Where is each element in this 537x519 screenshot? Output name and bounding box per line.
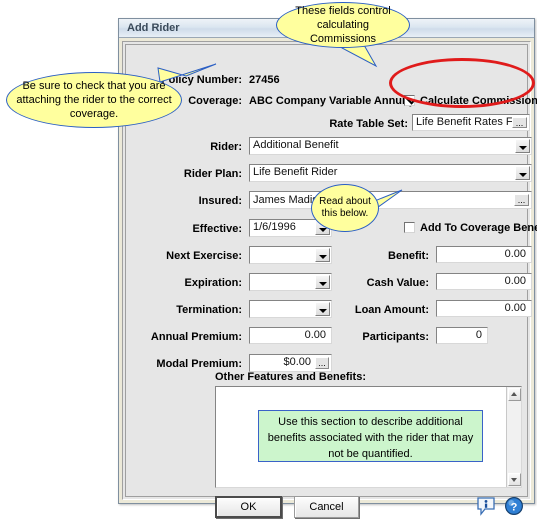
next-exercise-label: Next Exercise:: [166, 250, 242, 262]
chevron-down-icon[interactable]: [315, 275, 330, 289]
participants-field[interactable]: 0: [436, 327, 488, 344]
calculate-commissions-label: Calculate Commissions: [420, 95, 537, 107]
scroll-up-icon[interactable]: [508, 388, 521, 401]
modal-premium-label: Modal Premium:: [156, 358, 242, 370]
modal-premium-field[interactable]: $0.00 ...: [249, 354, 332, 372]
rate-table-set-label: Rate Table Set:: [329, 118, 408, 130]
modal-premium-value: $0.00: [283, 356, 311, 368]
insured-browse-button[interactable]: ...: [514, 194, 529, 206]
loan-amount-label: Loan Amount:: [354, 304, 429, 316]
info-icon[interactable]: [476, 496, 496, 516]
annual-premium-label: Annual Premium:: [150, 331, 242, 343]
other-features-label: Other Features and Benefits:: [215, 371, 366, 383]
rider-plan-value: Life Benefit Rider: [253, 166, 338, 178]
ok-button[interactable]: OK: [215, 496, 282, 518]
rate-table-set-value: Life Benefit Rates For: [416, 116, 523, 128]
chevron-down-icon[interactable]: [315, 248, 330, 262]
rate-table-set-field[interactable]: Life Benefit Rates For ...: [412, 114, 530, 131]
textarea-scrollbar[interactable]: [506, 387, 521, 487]
coverage-value: ABC Company Variable Annuity: [249, 95, 415, 107]
expiration-combobox[interactable]: [249, 273, 332, 291]
next-exercise-combobox[interactable]: [249, 246, 332, 264]
add-to-coverage-benefit-checkbox[interactable]: [404, 222, 415, 233]
chevron-down-icon[interactable]: [515, 139, 530, 153]
commissions-annotation: These fields control calculating Commiss…: [276, 2, 410, 48]
effective-value: 1/6/1996: [253, 221, 296, 233]
rider-combobox[interactable]: Additional Benefit: [249, 137, 532, 155]
rate-table-set-browse-button[interactable]: ...: [512, 117, 527, 128]
cash-value-field[interactable]: 0.00: [436, 273, 532, 290]
loan-amount-field[interactable]: 0.00: [436, 300, 532, 317]
rider-plan-combobox[interactable]: Life Benefit Rider: [249, 164, 532, 182]
add-to-coverage-benefit-label: Add To Coverage Benefit: [420, 222, 537, 234]
rider-value: Additional Benefit: [253, 139, 339, 151]
coverage-annotation: Be sure to check that you are attaching …: [6, 72, 182, 128]
scroll-down-icon[interactable]: [508, 473, 521, 486]
rider-label: Rider:: [210, 141, 242, 153]
green-annotation-note: Use this section to describe additional …: [258, 410, 483, 462]
benefit-field[interactable]: 0.00: [436, 246, 532, 263]
termination-label: Termination:: [176, 304, 242, 316]
chevron-down-icon[interactable]: [315, 302, 330, 316]
other-features-textarea[interactable]: Use this section to describe additional …: [215, 386, 522, 488]
insured-label: Insured:: [198, 195, 242, 207]
svg-text:?: ?: [511, 501, 518, 513]
chevron-down-icon[interactable]: [515, 166, 530, 180]
benefit-label: Benefit:: [388, 250, 429, 262]
annual-premium-field[interactable]: 0.00: [249, 327, 332, 344]
termination-combobox[interactable]: [249, 300, 332, 318]
expiration-label: Expiration:: [184, 277, 242, 289]
rider-plan-label: Rider Plan:: [183, 168, 242, 180]
participants-label: Participants:: [362, 331, 429, 343]
help-icon[interactable]: ?: [504, 496, 524, 516]
effective-label: Effective:: [192, 223, 242, 235]
cash-value-label: Cash Value:: [366, 277, 429, 289]
calculate-commissions-checkbox[interactable]: [404, 95, 415, 106]
dialog-title: Add Rider: [127, 22, 180, 34]
modal-premium-browse-button[interactable]: ...: [315, 357, 329, 369]
cancel-button[interactable]: Cancel: [294, 496, 359, 518]
policy-number-value: 27456: [249, 74, 280, 86]
read-below-annotation: Read about this below.: [311, 184, 379, 232]
